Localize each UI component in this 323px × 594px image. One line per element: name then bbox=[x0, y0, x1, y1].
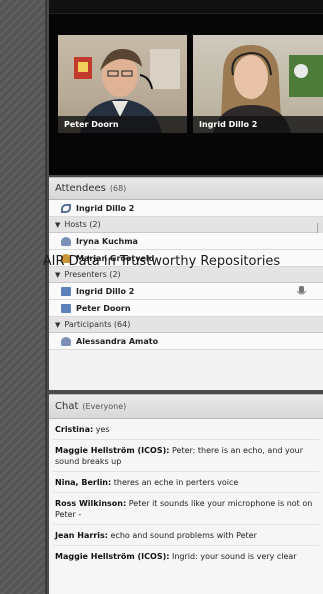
video-tile-ingrid[interactable]: Ingrid Dillo 2 bbox=[193, 35, 323, 133]
list-item[interactable]: Peter Doorn bbox=[49, 300, 323, 317]
left-gutter bbox=[0, 0, 47, 594]
attendees-count: (68) bbox=[109, 184, 127, 193]
section-presenters[interactable]: ▼ Presenters (2) bbox=[49, 267, 323, 283]
user-icon bbox=[61, 337, 71, 346]
attendee-name: Iryna Kuchma bbox=[76, 237, 138, 246]
chat-message: Maggie Hellström (ICOS): Peter: there is… bbox=[49, 445, 323, 467]
chat-sender: Jean Harris: bbox=[55, 531, 108, 540]
attendees-title: Attendees bbox=[55, 183, 106, 194]
attendee-name: Peter Doorn bbox=[76, 304, 131, 313]
video-toolbar bbox=[49, 0, 323, 14]
chat-scope: (Everyone) bbox=[82, 402, 127, 411]
meeting-app: Peter Doorn Ingrid Dillo 2 Attendees (68)… bbox=[49, 0, 323, 594]
chat-text: theres an eche in perters voice bbox=[111, 478, 239, 487]
list-item[interactable]: Alessandra Amato bbox=[49, 333, 323, 350]
chat-message: Maggie Hellström (ICOS): Ingrid: your so… bbox=[49, 551, 323, 562]
chat-sender: Nina, Berlin: bbox=[55, 478, 112, 487]
attendees-panel: Attendees (68) Ingrid Dillo 2 ▼ Hosts (2) … bbox=[49, 177, 323, 390]
chat-panel: Chat (Everyone) Cristina: yes Maggie Hell… bbox=[49, 394, 323, 594]
attendee-name: Ingrid Dillo 2 bbox=[76, 287, 135, 296]
section-participants-label: Participants (64) bbox=[64, 320, 131, 329]
video-label-peter: Peter Doorn bbox=[58, 116, 187, 133]
video-area: Peter Doorn Ingrid Dillo 2 bbox=[49, 0, 323, 175]
section-participants[interactable]: ▼ Participants (64) bbox=[49, 317, 323, 333]
chat-title: Chat bbox=[55, 401, 79, 412]
presenter-icon bbox=[61, 287, 71, 296]
section-presenters-label: Presenters (2) bbox=[64, 270, 121, 279]
list-item[interactable]: Iryna Kuchma bbox=[49, 233, 323, 250]
list-item[interactable]: Ingrid Dillo 2 bbox=[49, 283, 323, 300]
active-speaker-name: Ingrid Dillo 2 bbox=[76, 204, 135, 213]
chat-text: Ingrid: your sound is very clear bbox=[169, 552, 297, 561]
user-icon bbox=[61, 237, 71, 246]
collapse-triangle-icon: ▼ bbox=[55, 221, 61, 229]
chat-sender: Cristina: bbox=[55, 425, 94, 434]
chat-message: Ross Wilkinson: Peter it sounds like you… bbox=[49, 498, 323, 520]
divider bbox=[53, 545, 319, 546]
overlay-title-text: AIR Data in Trustworthy Repositories bbox=[42, 254, 281, 269]
video-label-ingrid: Ingrid Dillo 2 bbox=[193, 116, 323, 133]
divider bbox=[53, 439, 319, 440]
microphone-icon bbox=[296, 286, 307, 295]
overlay-title: AIR Data in Trustworthy Repositories bbox=[0, 254, 323, 269]
chat-header[interactable]: Chat (Everyone) bbox=[49, 395, 323, 419]
video-tile-peter[interactable]: Peter Doorn bbox=[58, 35, 187, 133]
attendee-name: Alessandra Amato bbox=[76, 337, 159, 346]
section-hosts[interactable]: ▼ Hosts (2) bbox=[49, 217, 323, 233]
collapse-triangle-icon: ▼ bbox=[55, 321, 61, 329]
chat-message: Jean Harris: echo and sound problems wit… bbox=[49, 530, 323, 541]
phone-icon bbox=[61, 204, 71, 213]
chat-sender: Ross Wilkinson: bbox=[55, 499, 127, 508]
chat-message: Nina, Berlin: theres an eche in perters … bbox=[49, 477, 323, 488]
chat-text: yes bbox=[93, 425, 110, 434]
presenter-icon bbox=[61, 304, 71, 313]
divider bbox=[53, 471, 319, 472]
chat-sender: Maggie Hellström (ICOS): bbox=[55, 446, 170, 455]
section-hosts-label: Hosts (2) bbox=[64, 220, 101, 229]
chat-text: echo and sound problems with Peter bbox=[107, 531, 257, 540]
chat-message: Cristina: yes bbox=[49, 424, 323, 435]
chat-sender: Maggie Hellström (ICOS): bbox=[55, 552, 170, 561]
active-speaker-row[interactable]: Ingrid Dillo 2 bbox=[49, 200, 323, 217]
collapse-triangle-icon: ▼ bbox=[55, 271, 61, 279]
divider bbox=[53, 492, 319, 493]
divider bbox=[53, 524, 319, 525]
attendees-header[interactable]: Attendees (68) bbox=[49, 178, 323, 200]
